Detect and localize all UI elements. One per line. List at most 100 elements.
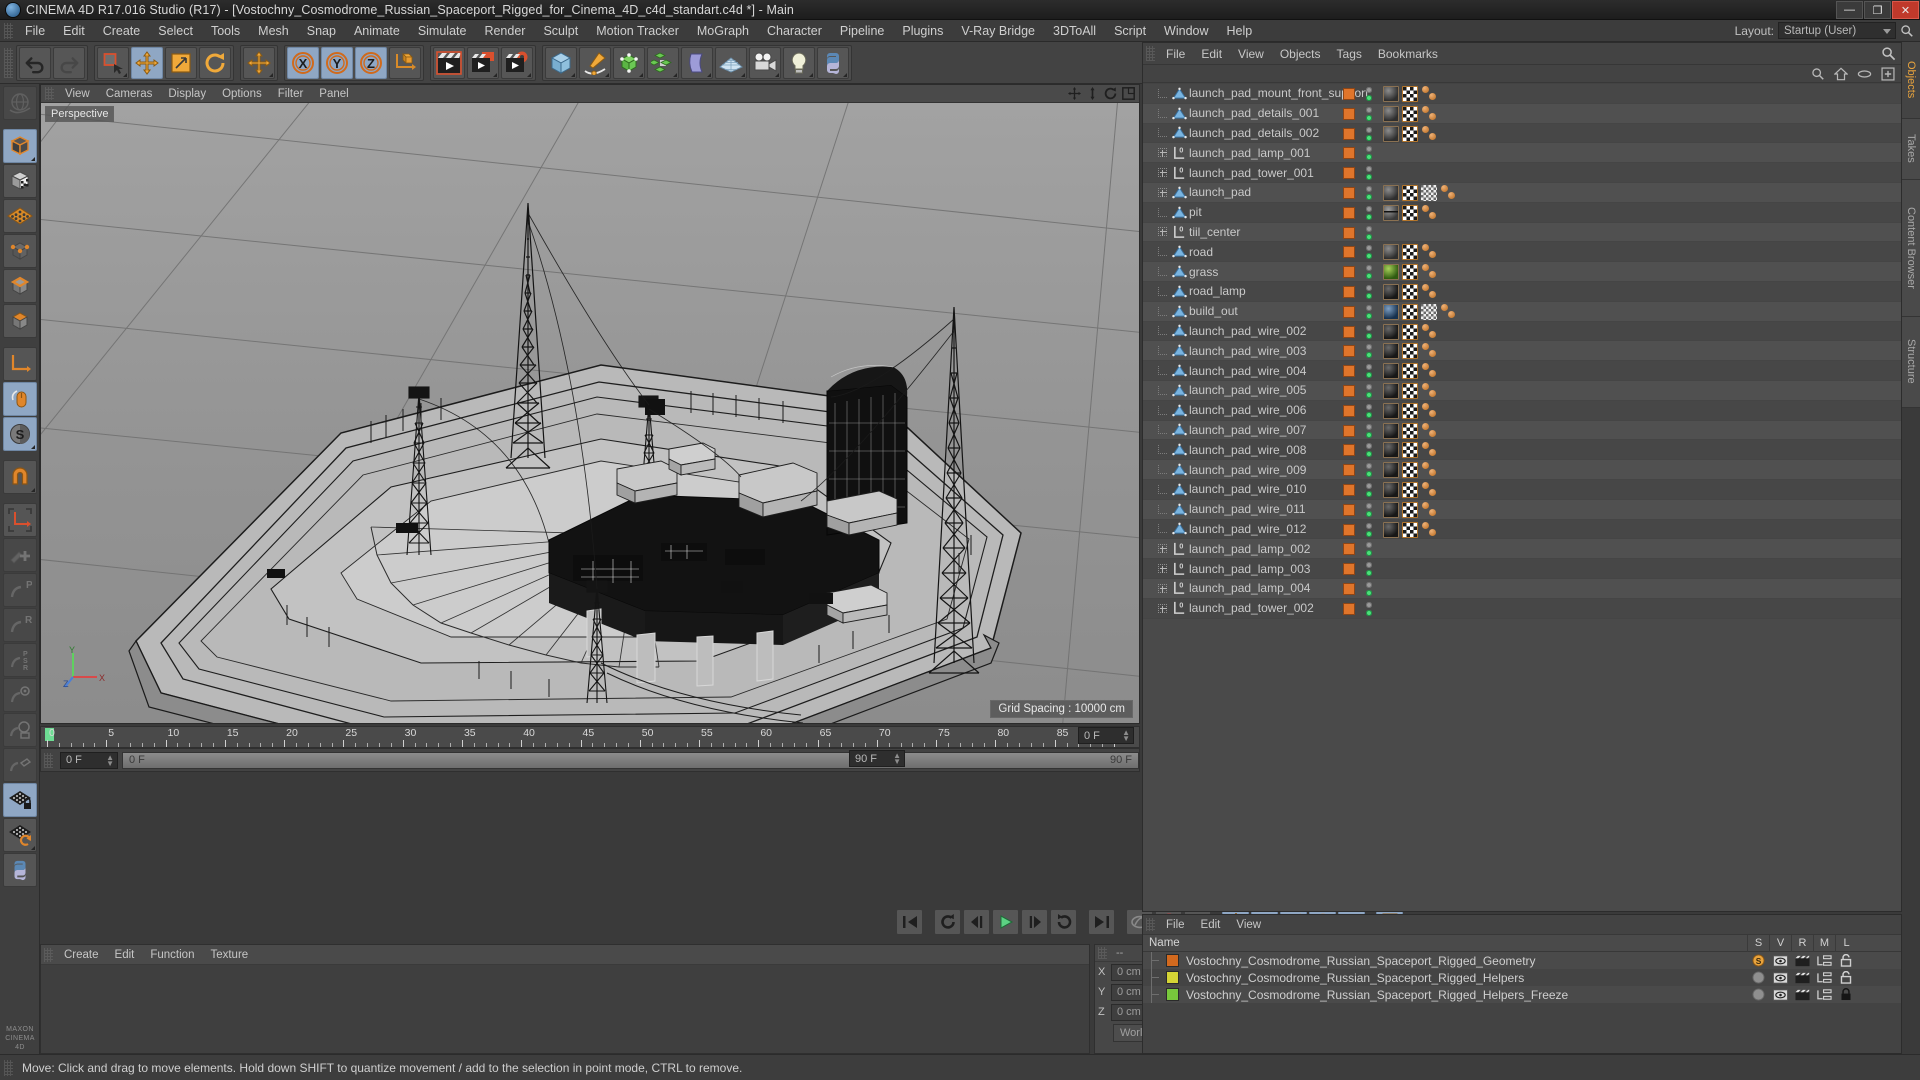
uvw-tag-icon[interactable] <box>1402 86 1418 102</box>
editor-visibility-dot[interactable] <box>1366 324 1372 331</box>
texture-mode-icon[interactable] <box>2 164 37 198</box>
editor-visibility-dot[interactable] <box>1366 502 1372 509</box>
add-deformer-button[interactable] <box>681 46 713 79</box>
menu-item-plugins[interactable]: Plugins <box>893 22 952 40</box>
menu-item-pipeline[interactable]: Pipeline <box>831 22 893 40</box>
editor-visibility-dot[interactable] <box>1366 601 1372 608</box>
object-layer-chip[interactable] <box>1343 186 1355 199</box>
object-tag-strip[interactable] <box>1383 402 1439 419</box>
object-layer-chip[interactable] <box>1343 345 1355 358</box>
object-tag-strip[interactable] <box>1383 303 1458 320</box>
left-tool-sidebar[interactable]: S P R PSR <box>0 84 40 1054</box>
menu-item-simulate[interactable]: Simulate <box>409 22 476 40</box>
connector-tag-icon[interactable] <box>1421 105 1439 122</box>
layer-solo-toggle[interactable] <box>1747 987 1769 1002</box>
object-layer-chip[interactable] <box>1343 523 1355 536</box>
uvw-tag-icon[interactable] <box>1402 521 1418 538</box>
layer-manager-menu[interactable]: File Edit View <box>1143 915 1901 935</box>
render-region-button[interactable] <box>467 46 499 79</box>
object-layer-chip[interactable] <box>1343 582 1355 595</box>
connector-tag-icon[interactable] <box>1421 264 1439 280</box>
object-visibility-dots[interactable] <box>1365 522 1373 538</box>
object-layer-chip[interactable] <box>1343 325 1355 338</box>
selection-tag-icon[interactable] <box>1421 303 1437 320</box>
layer-menu-edit[interactable]: Edit <box>1193 918 1229 932</box>
add-light-button[interactable] <box>783 46 815 79</box>
layer-row[interactable]: Vostochny_Cosmodrome_Russian_Spaceport_R… <box>1143 986 1901 1003</box>
object-search-icon-group[interactable] <box>1881 46 1896 64</box>
add-tool-icon[interactable] <box>2 538 37 572</box>
editor-visibility-dot[interactable] <box>1366 146 1372 153</box>
maximize-view-icon[interactable] <box>1122 87 1135 100</box>
menu-item-edit[interactable]: Edit <box>54 22 94 40</box>
layer-lock-toggle[interactable] <box>1835 953 1857 968</box>
material-tag-icon[interactable] <box>1383 521 1399 538</box>
menu-item-3dtoall[interactable]: 3DToAll <box>1044 22 1105 40</box>
object-row[interactable]: launch_pad_wire_011 <box>1143 499 1901 520</box>
layer-color-swatch[interactable] <box>1166 971 1179 984</box>
editor-visibility-dot[interactable] <box>1366 344 1372 351</box>
object-layer-chip[interactable] <box>1343 384 1355 397</box>
object-visibility-dots[interactable] <box>1365 126 1373 142</box>
object-visibility-dots[interactable] <box>1365 304 1373 320</box>
connector-tag-icon[interactable] <box>1421 501 1439 518</box>
layer-menu-file[interactable]: File <box>1158 918 1193 932</box>
render-visibility-dot[interactable] <box>1366 609 1372 616</box>
end-frame-field[interactable]: 90 F ▲ ▼ <box>849 750 905 767</box>
viewport-menu-items[interactable]: View Cameras Display Options Filter Panel <box>57 87 357 101</box>
render-settings-button[interactable] <box>501 46 533 79</box>
create-object-group[interactable] <box>542 44 852 81</box>
menu-item-script[interactable]: Script <box>1105 22 1155 40</box>
object-row[interactable]: build_out <box>1143 301 1901 322</box>
viewport-menu-bar[interactable]: View Cameras Display Options Filter Panel <box>41 85 1139 103</box>
object-layer-chip[interactable] <box>1343 285 1355 298</box>
render-visibility-dot[interactable] <box>1366 510 1372 517</box>
layer-manager-toggle[interactable] <box>1813 987 1835 1002</box>
object-visibility-dots[interactable] <box>1365 423 1373 439</box>
rotate-view-icon[interactable] <box>1104 87 1117 100</box>
object-layer-chip[interactable] <box>1343 365 1355 378</box>
connector-tag-icon[interactable] <box>1421 244 1439 260</box>
object-manager-panel[interactable]: File Edit View Objects Tags Bookmarks launch_… <box>1142 42 1902 912</box>
undo-view-icon[interactable] <box>2 86 37 120</box>
material-manager-body[interactable] <box>41 965 1089 1053</box>
spinner-icon[interactable]: ▲▼ <box>106 753 114 767</box>
transform-tools-group[interactable] <box>94 44 234 81</box>
viewport-menu-cameras[interactable]: Cameras <box>98 87 161 101</box>
material-tag-icon[interactable] <box>1383 501 1399 518</box>
parent-tool-icon[interactable] <box>2 713 37 747</box>
object-manager-menu[interactable]: File Edit View Objects Tags Bookmarks <box>1143 43 1901 65</box>
viewport-menu-view[interactable]: View <box>57 87 98 101</box>
object-visibility-dots[interactable] <box>1365 324 1373 340</box>
render-visibility-dot[interactable] <box>1366 95 1372 101</box>
editor-visibility-dot[interactable] <box>1366 185 1372 192</box>
object-tag-strip[interactable] <box>1383 363 1439 380</box>
object-row[interactable]: launch_pad_wire_010 <box>1143 479 1901 500</box>
eye-icon[interactable] <box>1857 67 1872 81</box>
move-duplicate-tool[interactable] <box>243 46 275 79</box>
material-tag-icon[interactable] <box>1383 283 1399 300</box>
object-layer-chip[interactable] <box>1343 88 1355 100</box>
uvw-tag-icon[interactable] <box>1402 462 1418 479</box>
editor-visibility-dot[interactable] <box>1366 265 1372 272</box>
rotate-tool[interactable] <box>199 46 231 79</box>
object-row[interactable]: launch_pad_details_001 <box>1143 103 1901 124</box>
object-layer-chip[interactable] <box>1343 167 1355 180</box>
editor-visibility-dot[interactable] <box>1366 443 1372 450</box>
selection-tag-icon[interactable] <box>1421 184 1437 201</box>
menu-item-motion-tracker[interactable]: Motion Tracker <box>587 22 688 40</box>
viewport-nav-icons[interactable] <box>1068 87 1135 100</box>
home-icon[interactable] <box>1834 66 1848 81</box>
object-tag-strip[interactable] <box>1383 343 1439 360</box>
object-menu-objects[interactable]: Objects <box>1272 45 1329 63</box>
object-menu-edit[interactable]: Edit <box>1193 45 1230 63</box>
object-tree-toggle[interactable] <box>1143 544 1169 554</box>
layer-visibility-toggle[interactable] <box>1769 987 1791 1002</box>
object-row[interactable]: pit <box>1143 202 1901 223</box>
render-visibility-dot[interactable] <box>1366 490 1372 497</box>
object-tag-strip[interactable] <box>1383 442 1439 459</box>
uvw-tag-icon[interactable] <box>1402 204 1418 221</box>
point-mode-icon[interactable] <box>2 234 37 268</box>
object-tree-toggle[interactable] <box>1143 168 1169 178</box>
layer-manager-toggle[interactable] <box>1813 953 1835 968</box>
